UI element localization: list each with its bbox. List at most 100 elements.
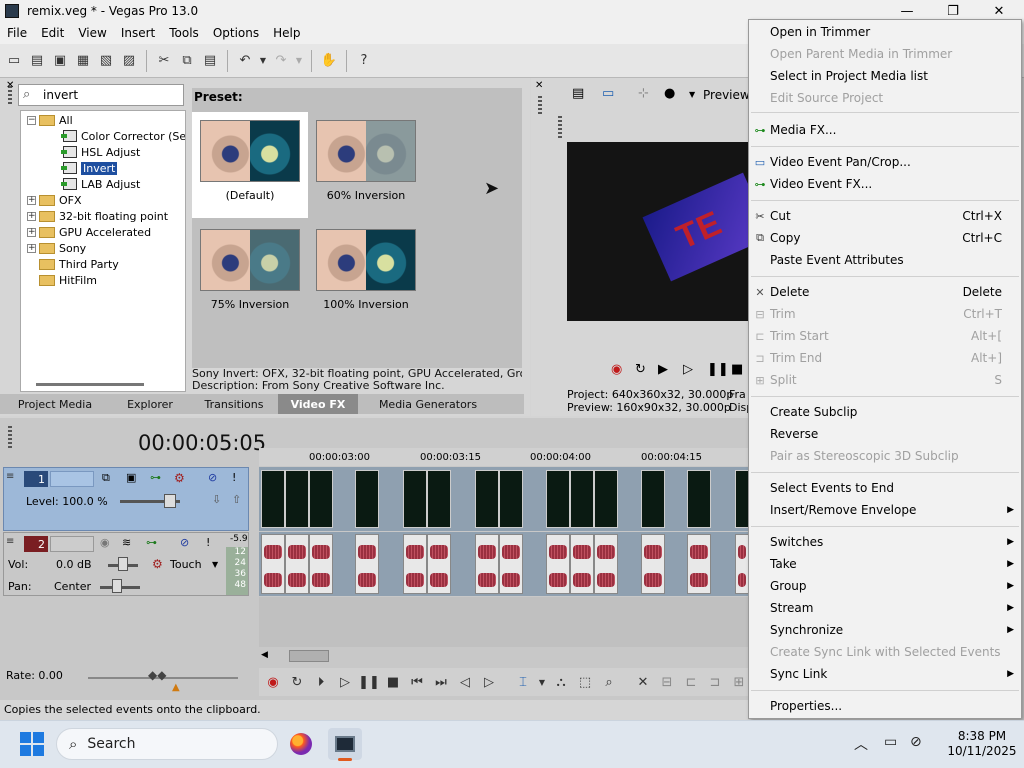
tree-item-hsl-adjust[interactable]: HSL Adjust bbox=[61, 144, 140, 160]
tree-item-all[interactable]: − All bbox=[27, 112, 73, 128]
menu-item-edit-source-project[interactable]: Edit Source Project bbox=[749, 87, 1021, 109]
menu-edit[interactable]: Edit bbox=[34, 26, 71, 40]
zoom-edit-tool-icon[interactable]: ⌕ bbox=[599, 672, 619, 692]
edit-tool-dropdown-icon[interactable]: ▼ bbox=[537, 672, 547, 692]
expand-icon[interactable]: + bbox=[27, 227, 36, 237]
video-event[interactable] bbox=[285, 470, 309, 528]
video-event[interactable] bbox=[309, 470, 333, 528]
track-fx-icon[interactable]: ⊶ bbox=[146, 536, 157, 549]
preset-100-inversion[interactable]: 100% Inversion bbox=[308, 221, 424, 327]
menu-item-video-event-pan-crop[interactable]: ▭ Video Event Pan/Crop... bbox=[749, 151, 1021, 173]
firefox-taskbar-icon[interactable] bbox=[284, 728, 318, 760]
tree-item-invert[interactable]: Invert bbox=[61, 160, 118, 176]
normal-edit-tool-icon[interactable]: ⌶ bbox=[513, 672, 533, 692]
video-event[interactable] bbox=[499, 470, 523, 528]
mute-icon[interactable]: ⊘ bbox=[208, 471, 217, 484]
pause-icon[interactable]: ❚❚ bbox=[358, 672, 380, 692]
timeline-scroll-thumb[interactable] bbox=[289, 650, 329, 662]
menu-item-open-in-trimmer[interactable]: Open in Trimmer bbox=[749, 21, 1021, 43]
menu-item-select-events-to-end[interactable]: Select Events to End bbox=[749, 477, 1021, 499]
external-monitor-icon[interactable]: ▭ bbox=[602, 86, 614, 101]
menu-item-stream[interactable]: Stream ▶ bbox=[749, 597, 1021, 619]
menu-item-copy[interactable]: ⧉ Copy Ctrl+C bbox=[749, 227, 1021, 249]
menu-item-open-parent-media[interactable]: Open Parent Media in Trimmer bbox=[749, 43, 1021, 65]
split-screen-icon[interactable]: ⊹ bbox=[638, 86, 649, 101]
tab-transitions[interactable]: Transitions bbox=[190, 394, 278, 414]
preview-properties-icon[interactable]: ▤ bbox=[572, 86, 584, 101]
menu-item-video-event-fx[interactable]: ⊶ Video Event FX... bbox=[749, 173, 1021, 195]
loop-playback-icon[interactable]: ↻ bbox=[287, 672, 307, 692]
taskbar-clock[interactable]: 8:38 PM 10/11/2025 bbox=[940, 729, 1024, 759]
video-event[interactable] bbox=[687, 470, 711, 528]
enable-snapping-icon[interactable]: ✋ bbox=[319, 51, 339, 71]
audio-event[interactable] bbox=[427, 534, 451, 594]
solo-icon[interactable]: ! bbox=[232, 471, 236, 484]
open-icon[interactable]: ▤ bbox=[27, 51, 47, 71]
new-project-icon[interactable]: ▭ bbox=[4, 51, 24, 71]
menu-item-paste-event-attributes[interactable]: Paste Event Attributes bbox=[749, 249, 1021, 271]
go-to-start-icon[interactable]: ⏮ bbox=[407, 672, 427, 692]
preview-quality-dropdown-icon[interactable]: ▼ bbox=[689, 90, 695, 99]
tree-item-ofx[interactable]: + OFX bbox=[27, 192, 82, 208]
previous-frame-icon[interactable]: ◁ bbox=[455, 672, 475, 692]
taskbar-search[interactable]: ⌕ Search bbox=[56, 728, 278, 760]
menu-item-trim-start[interactable]: ⊏ Trim Start Alt+[ bbox=[749, 325, 1021, 347]
paste-icon[interactable]: ▤ bbox=[200, 51, 220, 71]
parent-motion-icon[interactable]: ▣ bbox=[126, 471, 136, 484]
trim-icon[interactable]: ⊟ bbox=[657, 672, 677, 692]
menu-view[interactable]: View bbox=[71, 26, 113, 40]
tree-item-sony[interactable]: + Sony bbox=[27, 240, 86, 256]
volume-slider-thumb[interactable] bbox=[118, 557, 128, 571]
audio-event[interactable] bbox=[687, 534, 711, 594]
undo-icon[interactable]: ↶ bbox=[235, 51, 255, 71]
delete-icon[interactable]: ✕ bbox=[633, 672, 653, 692]
menu-item-split[interactable]: ⊞ Split S bbox=[749, 369, 1021, 391]
level-slider-thumb[interactable] bbox=[164, 494, 176, 508]
tree-item-hitfilm[interactable]: HitFilm bbox=[39, 272, 97, 288]
network-icon[interactable]: ▭ bbox=[884, 734, 897, 750]
timeline-grip[interactable] bbox=[8, 426, 12, 450]
video-event[interactable] bbox=[261, 470, 285, 528]
properties-icon[interactable]: ▨ bbox=[119, 51, 139, 71]
audio-track-lane[interactable] bbox=[259, 532, 749, 596]
panel-grip[interactable] bbox=[558, 116, 562, 140]
track-grip-icon[interactable]: ≡ bbox=[6, 471, 14, 482]
trim-end-icon[interactable]: ⊐ bbox=[705, 672, 725, 692]
envelope-edit-tool-icon[interactable]: ⛬ bbox=[551, 672, 571, 692]
preset-60-inversion[interactable]: 60% Inversion bbox=[308, 112, 424, 218]
track-name-field[interactable] bbox=[50, 471, 94, 487]
panel-grip[interactable] bbox=[538, 96, 542, 116]
render-icon[interactable]: ▧ bbox=[96, 51, 116, 71]
menu-item-media-fx[interactable]: ⊶ Media FX... bbox=[749, 119, 1021, 141]
audio-event[interactable] bbox=[641, 534, 665, 594]
audio-event[interactable] bbox=[285, 534, 309, 594]
menu-item-delete[interactable]: ✕ Delete Delete bbox=[749, 281, 1021, 303]
collapse-icon[interactable]: − bbox=[27, 115, 36, 125]
panel-close-icon[interactable]: ✕ bbox=[6, 80, 14, 91]
expand-icon[interactable]: + bbox=[27, 195, 36, 205]
menu-item-pair-stereoscopic[interactable]: Pair as Stereoscopic 3D Subclip bbox=[749, 445, 1021, 467]
fx-search-box[interactable]: ⌕ bbox=[18, 84, 184, 106]
preview-quality-label[interactable]: Preview bbox=[703, 88, 750, 102]
audio-event[interactable] bbox=[403, 534, 427, 594]
menu-item-switches[interactable]: Switches ▶ bbox=[749, 531, 1021, 553]
split-icon[interactable]: ⊞ bbox=[729, 672, 749, 692]
play-from-start-icon[interactable]: ⏵ bbox=[311, 672, 331, 692]
solo-icon[interactable]: ! bbox=[206, 536, 210, 549]
menu-item-synchronize[interactable]: Synchronize ▶ bbox=[749, 619, 1021, 641]
timeline-scrollbar[interactable]: ◀ bbox=[259, 649, 749, 663]
video-track-header[interactable]: ≡ 1 ⧉ ▣ ⊶ ⚙ ⊘ ! Level: 100.0 % ⇩ ⇧ bbox=[3, 467, 249, 531]
tab-project-media[interactable]: Project Media bbox=[0, 394, 110, 414]
audio-event[interactable] bbox=[546, 534, 570, 594]
audio-event[interactable] bbox=[475, 534, 499, 594]
track-name-field[interactable] bbox=[50, 536, 94, 552]
video-event[interactable] bbox=[403, 470, 427, 528]
overlays-icon[interactable]: ● bbox=[664, 86, 675, 101]
expand-icon[interactable]: + bbox=[27, 211, 36, 221]
menu-item-create-sync-link[interactable]: Create Sync Link with Selected Events bbox=[749, 641, 1021, 663]
fx-tree[interactable]: − All Color Corrector (Seco HSL Adjust I… bbox=[20, 110, 186, 392]
stop-icon[interactable]: ■ bbox=[383, 672, 403, 692]
expand-icon[interactable]: + bbox=[27, 243, 36, 253]
menu-item-insert-remove-envelope[interactable]: Insert/Remove Envelope ▶ bbox=[749, 499, 1021, 521]
composite-mode-icon[interactable]: ⧉ bbox=[102, 471, 110, 485]
